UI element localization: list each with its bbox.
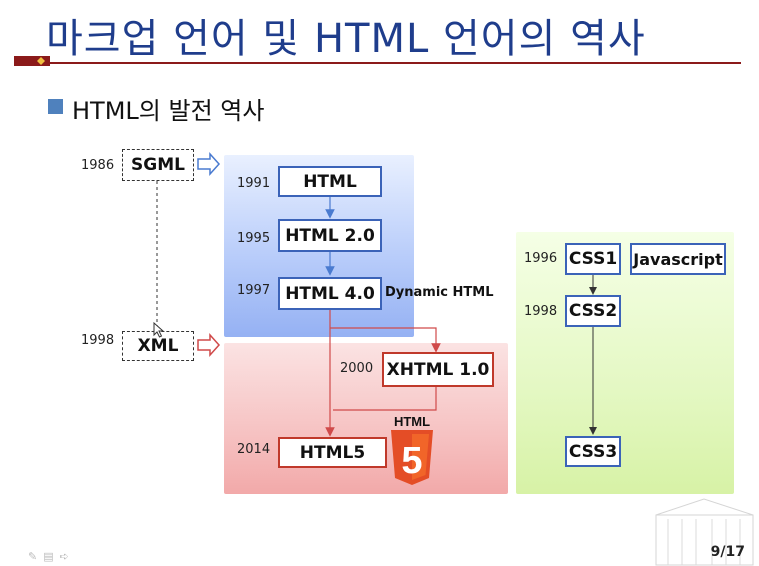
pen-icon[interactable]: ✎	[28, 550, 43, 563]
next-arrow-icon[interactable]: ➪	[60, 550, 75, 563]
html5-logo-text: HTML	[393, 414, 431, 429]
html4-box: HTML 4.0	[278, 277, 382, 310]
css3-box: CSS3	[565, 436, 621, 467]
menu-icon[interactable]: ▤	[43, 550, 59, 563]
xhtml-box: XHTML 1.0	[382, 352, 494, 387]
css2-box: CSS2	[565, 295, 621, 327]
html5-logo-digit: 5	[401, 440, 422, 482]
xhtml-year: 2000	[340, 361, 374, 376]
html4-year: 1997	[237, 283, 271, 298]
css1-year: 1996	[524, 251, 558, 266]
css2-year: 1998	[524, 304, 558, 319]
xhtml-to-html5-line	[333, 387, 437, 411]
page-number: 9/17	[710, 544, 745, 560]
html2-box: HTML 2.0	[278, 219, 382, 252]
xml-year: 1998	[81, 333, 115, 348]
html5-year: 2014	[237, 442, 271, 457]
html5-box: HTML5	[278, 437, 387, 468]
xml-to-xhtml-arrow-icon	[197, 333, 221, 357]
html2-year: 1995	[237, 231, 271, 246]
sgml-year: 1986	[81, 158, 115, 173]
slide-nav-controls[interactable]: ✎▤➪	[28, 550, 75, 563]
css1-box: CSS1	[565, 243, 621, 275]
mouse-cursor-icon	[153, 322, 165, 338]
sgml-box: SGML	[122, 149, 194, 181]
html-box: HTML	[278, 166, 382, 197]
dynamic-html-note: Dynamic HTML	[385, 285, 494, 300]
html-year: 1991	[237, 176, 271, 191]
html4-to-xhtml-arrow	[330, 327, 441, 353]
sgml-to-html-arrow-icon	[197, 152, 221, 176]
html5-logo-icon: HTML 5	[389, 415, 435, 487]
javascript-box: Javascript	[630, 243, 726, 275]
